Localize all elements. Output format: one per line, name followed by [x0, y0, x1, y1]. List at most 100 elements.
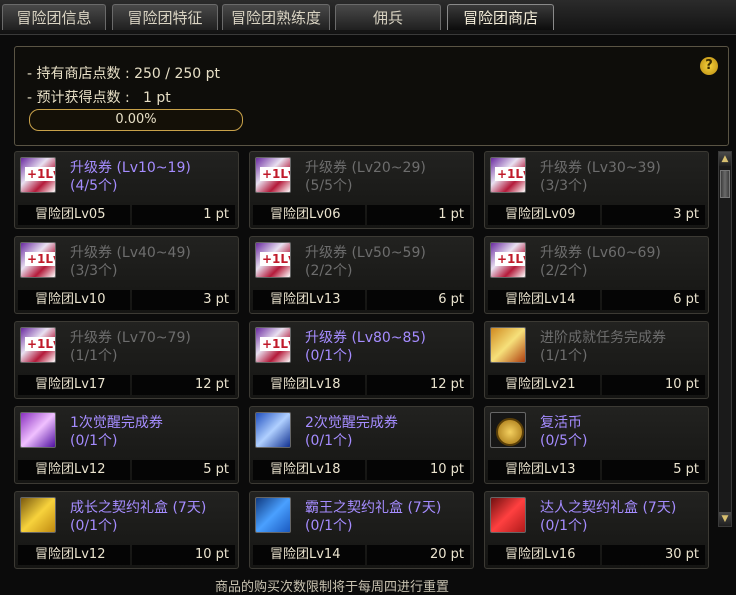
shop-item-card[interactable]: 进阶成就任务完成券 (1/1个) 冒险团Lv21 10 pt — [484, 321, 709, 399]
item-required-level: 冒险团Lv12 — [18, 460, 130, 480]
item-footer: 冒险团Lv10 3 pt — [18, 290, 235, 310]
item-count: (0/1个) — [305, 518, 353, 534]
item-footer: 冒险团Lv12 5 pt — [18, 460, 235, 480]
shop-item-card[interactable]: 达人之契约礼盒 (7天) (0/1个) 冒险团Lv16 30 pt — [484, 491, 709, 569]
item-required-level: 冒险团Lv17 — [18, 375, 130, 395]
item-price: 10 pt — [602, 375, 705, 395]
ticket-icon: +1Lv — [255, 242, 291, 278]
item-footer: 冒险团Lv17 12 pt — [18, 375, 235, 395]
item-footer: 冒险团Lv13 6 pt — [253, 290, 470, 310]
ticket-icon: +1Lv — [20, 327, 56, 363]
item-name: 1次觉醒完成券 — [70, 415, 163, 431]
item-required-level: 冒险团Lv10 — [18, 290, 130, 310]
box-red-icon — [490, 497, 526, 533]
item-footer: 冒险团Lv18 12 pt — [253, 375, 470, 395]
shop-item-card[interactable]: +1Lv 升级券 (Lv40~49) (3/3个) 冒险团Lv103 pt — [14, 236, 239, 314]
item-count: (3/3个) — [70, 263, 118, 279]
item-required-level: 冒险团Lv05 — [18, 205, 130, 225]
item-count: (0/1个) — [70, 518, 118, 534]
shop-item-card[interactable]: +1Lv 升级券 (Lv20~29) (5/5个) 冒险团Lv061 pt — [249, 151, 474, 229]
item-count: (0/1个) — [540, 518, 588, 534]
shop-item-grid: +1Lv升级券 (Lv10~19)(4/5个)冒险团Lv051 pt+1Lv升级… — [14, 151, 714, 578]
item-price: 3 pt — [602, 205, 705, 225]
tab-adventure-proficiency[interactable]: 冒险团熟练度 — [222, 4, 330, 30]
tab-mercenary[interactable]: 佣兵 — [335, 4, 441, 30]
shop-item-card[interactable]: +1Lv 升级券 (Lv50~59) (2/2个) 冒险团Lv136 pt — [249, 236, 474, 314]
scrollbar[interactable]: ▲ ▼ — [718, 151, 732, 527]
item-footer: 冒险团Lv14 20 pt — [253, 545, 470, 565]
shop-points-panel: - 持有商店点数 : 250 / 250 pt - 预计获得点数 : 1 pt … — [14, 46, 729, 146]
shop-item-card[interactable]: 霸王之契约礼盒 (7天) (0/1个) 冒险团Lv14 20 pt — [249, 491, 474, 569]
achv-icon — [490, 327, 526, 363]
box-gold-icon — [20, 497, 56, 533]
ticket-icon: +1Lv — [255, 157, 291, 193]
shop-item-card[interactable]: +1Lv 升级券 (Lv70~79) (1/1个) 冒险团Lv1712 pt — [14, 321, 239, 399]
item-count: (3/3个) — [540, 178, 588, 194]
item-footer: 冒险团Lv13 5 pt — [488, 460, 705, 480]
item-name: 升级券 (Lv20~29) — [305, 160, 426, 176]
item-required-level: 冒险团Lv13 — [253, 290, 365, 310]
owned-points-text: - 持有商店点数 : 250 / 250 pt — [27, 66, 221, 82]
item-required-level: 冒险团Lv09 — [488, 205, 600, 225]
shop-item-card[interactable]: 复活币 (0/5个) 冒险团Lv13 5 pt — [484, 406, 709, 484]
help-icon[interactable]: ? — [700, 57, 718, 75]
item-price: 3 pt — [132, 290, 235, 310]
scroll-up-icon[interactable]: ▲ — [719, 152, 731, 166]
shop-item-card[interactable]: +1Lv 升级券 (Lv30~39) (3/3个) 冒险团Lv093 pt — [484, 151, 709, 229]
item-name: 升级券 (Lv80~85) — [305, 330, 426, 346]
item-price: 12 pt — [132, 375, 235, 395]
item-count: (0/1个) — [70, 433, 118, 449]
item-count: (5/5个) — [305, 178, 353, 194]
item-price: 6 pt — [602, 290, 705, 310]
points-progress-bar: 0.00% — [29, 109, 243, 131]
shop-item-card[interactable]: 成长之契约礼盒 (7天) (0/1个) 冒险团Lv12 10 pt — [14, 491, 239, 569]
awake2-icon — [255, 412, 291, 448]
item-name: 升级券 (Lv50~59) — [305, 245, 426, 261]
item-name: 升级券 (Lv40~49) — [70, 245, 191, 261]
shop-item-card[interactable]: 1次觉醒完成券 (0/1个) 冒险团Lv12 5 pt — [14, 406, 239, 484]
item-required-level: 冒险团Lv14 — [488, 290, 600, 310]
item-price: 6 pt — [367, 290, 470, 310]
shop-item-card[interactable]: +1Lv 升级券 (Lv80~85) (0/1个) 冒险团Lv1812 pt — [249, 321, 474, 399]
item-name: 升级券 (Lv60~69) — [540, 245, 661, 261]
scroll-thumb[interactable] — [720, 170, 730, 198]
shop-item-card[interactable]: 2次觉醒完成券 (0/1个) 冒险团Lv18 10 pt — [249, 406, 474, 484]
item-required-level: 冒险团Lv06 — [253, 205, 365, 225]
item-name: 升级券 (Lv70~79) — [70, 330, 191, 346]
tab-adventure-shop[interactable]: 冒险团商店 — [447, 4, 554, 30]
item-name: 霸王之契约礼盒 (7天) — [305, 500, 442, 516]
item-price: 5 pt — [132, 460, 235, 480]
item-name: 成长之契约礼盒 (7天) — [70, 500, 207, 516]
item-required-level: 冒险团Lv13 — [488, 460, 600, 480]
item-price: 5 pt — [602, 460, 705, 480]
item-required-level: 冒险团Lv18 — [253, 460, 365, 480]
item-price: 1 pt — [132, 205, 235, 225]
item-count: (1/1个) — [540, 348, 588, 364]
shop-item-card[interactable]: +1Lv 升级券 (Lv60~69) (2/2个) 冒险团Lv146 pt — [484, 236, 709, 314]
expected-points-text: - 预计获得点数 : 1 pt — [27, 90, 171, 106]
item-name: 复活币 — [540, 415, 582, 431]
tab-adventure-info[interactable]: 冒险团信息 — [2, 4, 106, 30]
tab-bar: 冒险团信息 冒险团特征 冒险团熟练度 佣兵 冒险团商店 — [0, 0, 736, 35]
item-footer: 冒险团Lv18 10 pt — [253, 460, 470, 480]
tab-adventure-traits[interactable]: 冒险团特征 — [112, 4, 218, 30]
item-required-level: 冒险团Lv21 — [488, 375, 600, 395]
item-name: 升级券 (Lv30~39) — [540, 160, 661, 176]
shop-item-card[interactable]: +1Lv 升级券 (Lv10~19) (4/5个) 冒险团Lv051 pt — [14, 151, 239, 229]
item-footer: 冒险团Lv14 6 pt — [488, 290, 705, 310]
item-required-level: 冒险团Lv14 — [253, 545, 365, 565]
item-footer: 冒险团Lv09 3 pt — [488, 205, 705, 225]
ticket-icon: +1Lv — [490, 242, 526, 278]
item-footer: 冒险团Lv05 1 pt — [18, 205, 235, 225]
item-count: (2/2个) — [305, 263, 353, 279]
item-footer: 冒险团Lv06 1 pt — [253, 205, 470, 225]
ticket-icon: +1Lv — [490, 157, 526, 193]
item-footer: 冒险团Lv21 10 pt — [488, 375, 705, 395]
item-required-level: 冒险团Lv16 — [488, 545, 600, 565]
scroll-down-icon[interactable]: ▼ — [719, 512, 731, 526]
item-price: 1 pt — [367, 205, 470, 225]
item-footer: 冒险团Lv12 10 pt — [18, 545, 235, 565]
item-name: 进阶成就任务完成券 — [540, 330, 666, 346]
item-count: (4/5个) — [70, 178, 118, 194]
item-required-level: 冒险团Lv18 — [253, 375, 365, 395]
